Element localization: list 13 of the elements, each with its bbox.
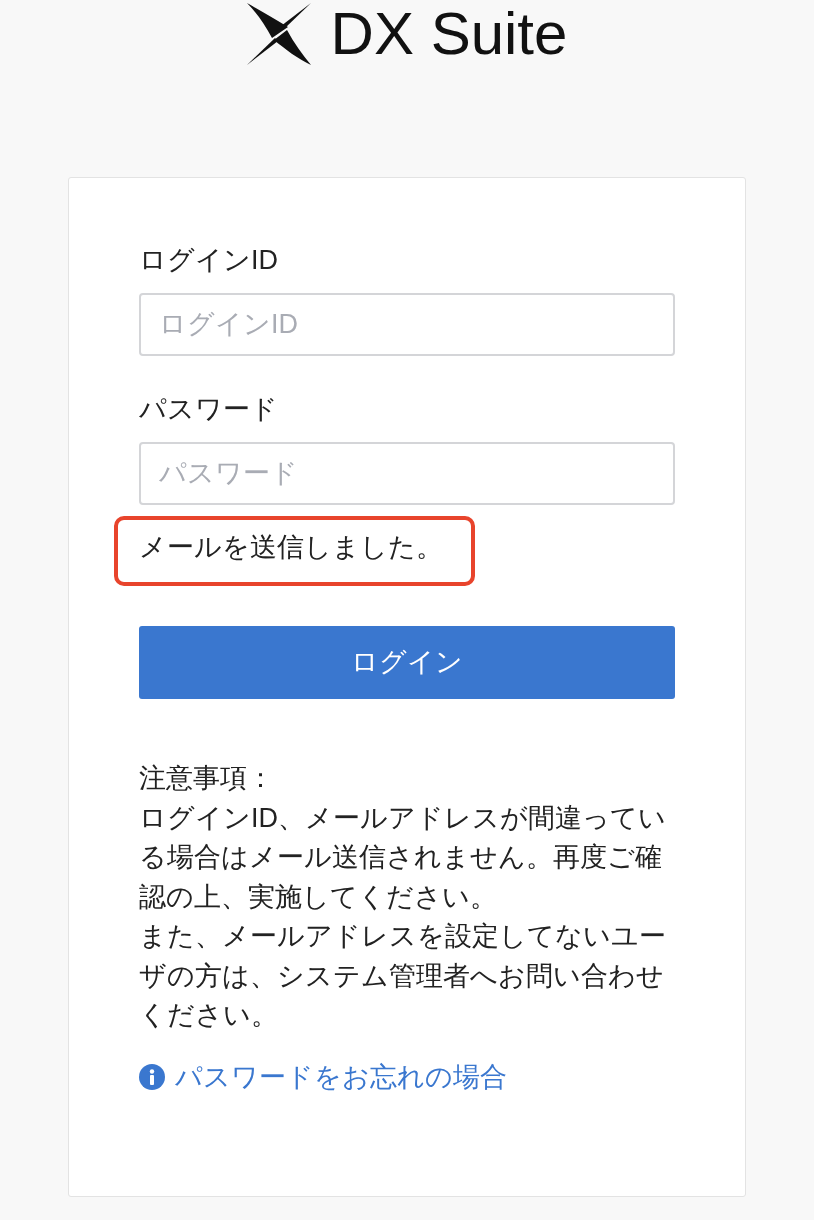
login-button[interactable]: ログイン: [139, 626, 675, 699]
password-field[interactable]: パスワード: [139, 442, 675, 505]
logo-icon: [246, 3, 311, 65]
logo-text: DX Suite: [330, 4, 568, 64]
login-id-field[interactable]: ログインID: [139, 293, 675, 356]
status-message: メールを送信しました。: [139, 531, 443, 564]
notes-paragraph: ログインID、メールアドレスが間違っている場合はメール送信されません。再度ご確認の上、実施してください。: [139, 801, 667, 914]
field-label: ログインID: [139, 244, 279, 277]
field-label: パスワード: [139, 393, 279, 426]
notes-heading: 注意事項：: [139, 762, 275, 795]
forgot-password-link[interactable]: パスワードをお忘れの場合: [139, 1058, 507, 1095]
info-icon: [139, 1063, 165, 1090]
notes-paragraph: また、メールアドレスを設定してないユーザの方は、システム管理者へお問い合わせください。: [139, 920, 667, 1032]
